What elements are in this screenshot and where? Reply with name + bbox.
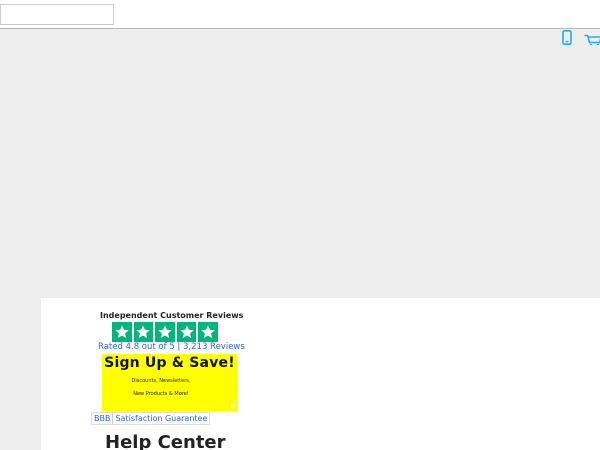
trust-badges: BBB Satisfaction Guarantee	[91, 412, 211, 425]
arrow-right-icon	[231, 403, 235, 409]
page-title: Help Center	[105, 432, 226, 450]
cart-icon[interactable]	[584, 32, 600, 45]
satisfaction-guarantee-link[interactable]: Satisfaction Guarantee	[113, 414, 209, 423]
star-icon	[155, 322, 175, 342]
search-input[interactable]	[0, 4, 114, 25]
star-icon	[112, 322, 132, 342]
site-header	[0, 0, 600, 29]
signup-banner[interactable]: Sign Up & Save! Discounts, Newsletters, …	[102, 354, 237, 411]
reviews-title: Independent Customer Reviews	[100, 311, 244, 320]
signup-subtext-2: New Products & More!	[133, 391, 189, 397]
rating-summary: Rated 4.8 out of 5 | 3,213 Reviews	[98, 342, 245, 352]
star-icon	[176, 322, 197, 342]
reviews-link[interactable]: 3,213 Reviews	[183, 342, 245, 352]
rating-label: Rated 4.8 out of 5 |	[98, 342, 181, 352]
signup-subtext-1: Discounts, Newsletters,	[131, 378, 191, 384]
star-icon	[198, 322, 218, 342]
phone-icon[interactable]	[561, 30, 573, 45]
bbb-link[interactable]: BBB	[92, 414, 112, 423]
star-icon	[133, 322, 154, 342]
trustpilot-stars[interactable]	[112, 322, 218, 342]
signup-headline: Sign Up & Save!	[104, 355, 235, 371]
